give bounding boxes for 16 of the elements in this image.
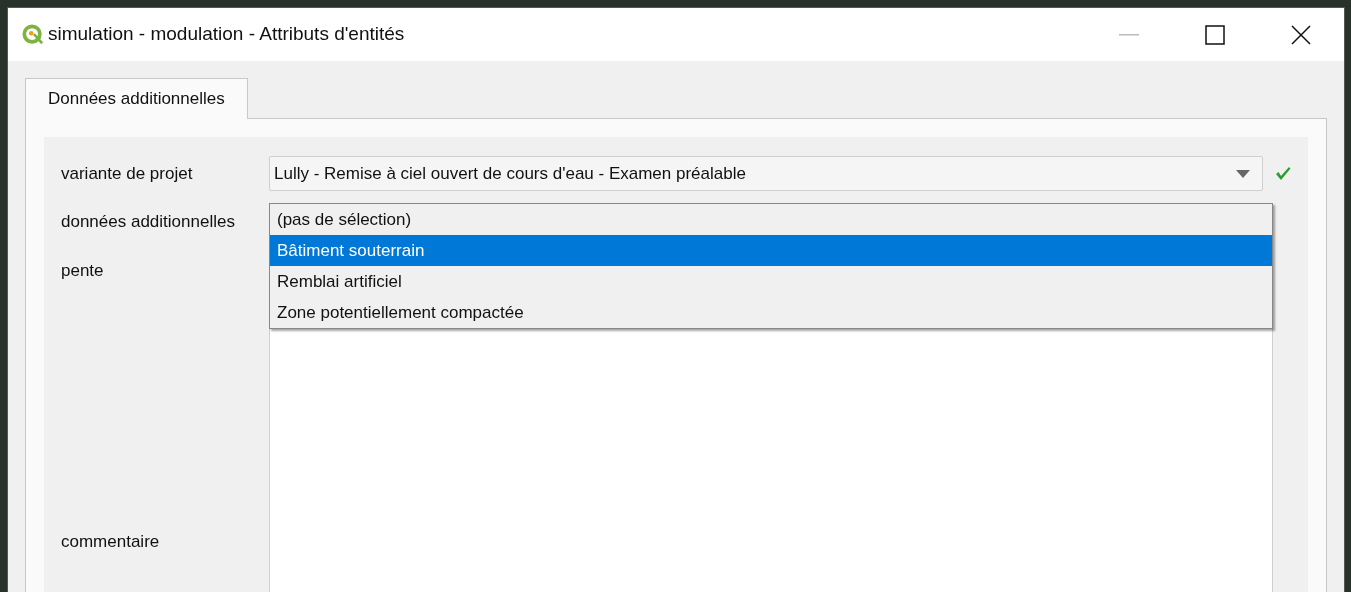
- tab[interactable]: Données additionnelles: [25, 78, 248, 119]
- maximize-icon: [1205, 24, 1225, 45]
- minimize-icon: [1119, 33, 1139, 36]
- app-logo-icon: [22, 23, 44, 46]
- field-label: variante de projet: [61, 162, 193, 185]
- dropdown-option[interactable]: Bâtiment souterrain: [270, 235, 1272, 266]
- field-label: pente: [61, 260, 104, 283]
- dropdown-option[interactable]: Zone potentiellement compactée: [270, 297, 1272, 328]
- close-icon: [1291, 24, 1311, 45]
- field-label: données additionnelles: [61, 211, 235, 234]
- project-variant-select[interactable]: Lully - Remise à ciel ouvert de cours d'eau - Examen préalable: [269, 156, 1263, 191]
- field-label: commentaire: [61, 531, 160, 554]
- dropdown-option[interactable]: (pas de sélection): [270, 204, 1272, 235]
- window-title: simulation - modulation - Attributs d'entités: [48, 22, 405, 47]
- dropdown-option[interactable]: Remblai artificiel: [270, 266, 1272, 297]
- dropdown-arrow-icon: [1236, 169, 1250, 178]
